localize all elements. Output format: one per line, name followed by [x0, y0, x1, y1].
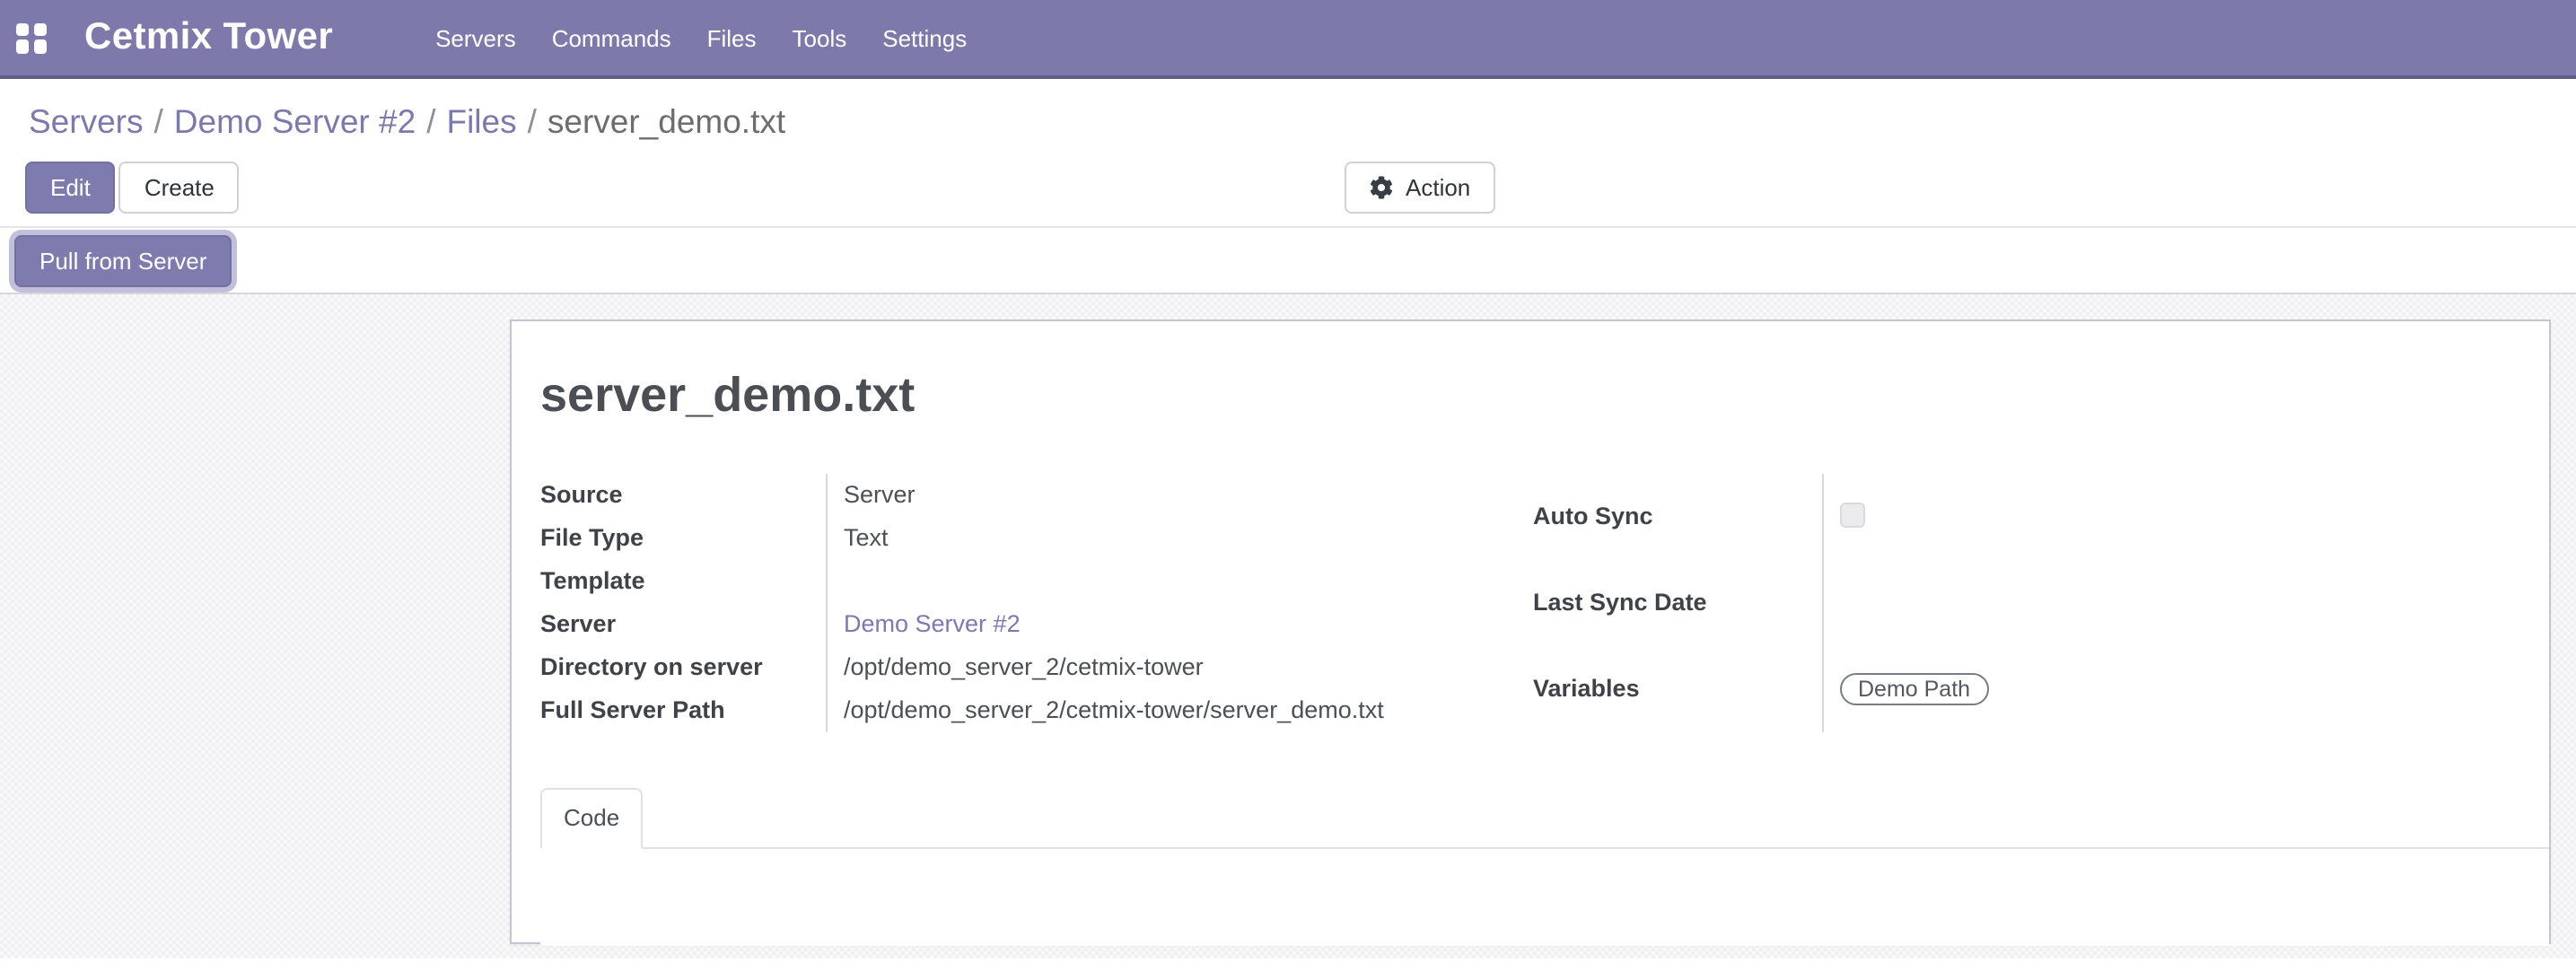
- navbar-menu-item-commands[interactable]: Commands: [552, 24, 671, 51]
- brand-title[interactable]: Cetmix Tower: [84, 16, 333, 59]
- variable-tag: Demo Path: [1840, 673, 1988, 705]
- app-window: Cetmix Tower ServersCommandsFilesToolsSe…: [0, 0, 2576, 962]
- field-row: Server Demo Server #2: [540, 603, 1533, 646]
- field-row: File Type Text: [540, 517, 1533, 560]
- field-row: Last Sync Date: [1533, 560, 2526, 646]
- apps-grid-icon[interactable]: [16, 22, 47, 53]
- field-group-left: SourceServerFile TypeTextTemplateServerD…: [540, 474, 1533, 732]
- create-button[interactable]: Create: [119, 162, 240, 214]
- field-label: Last Sync Date: [1533, 560, 1823, 646]
- field-row: Full Server Path/opt/demo_server_2/cetmi…: [540, 689, 1533, 732]
- field-groups: SourceServerFile TypeTextTemplateServerD…: [540, 474, 2549, 732]
- field-text: /opt/demo_server_2/cetmix-tower/server_d…: [844, 696, 1384, 723]
- field-text: Server: [844, 481, 916, 508]
- apps-grid-square: [16, 40, 30, 54]
- field-value: [827, 560, 1533, 603]
- breadcrumb-current: server_demo.txt: [548, 102, 785, 140]
- server-link[interactable]: Demo Server #2: [844, 610, 1021, 637]
- form-view-background: server_demo.txt Source Server File Type Tex…: [0, 294, 2576, 958]
- navbar-menu-item-settings[interactable]: Settings: [882, 24, 967, 51]
- auto-sync-checkbox[interactable]: [1840, 503, 1865, 528]
- breadcrumb-link[interactable]: Files: [446, 102, 516, 140]
- field-label: Template: [540, 560, 827, 603]
- field-value: [1823, 560, 2526, 646]
- field-text: /opt/demo_server_2/cetmix-tower: [844, 653, 1204, 680]
- navbar-menu-item-servers[interactable]: Servers: [435, 24, 516, 51]
- field-value: /opt/demo_server_2/cetmix-tower: [827, 646, 1533, 689]
- breadcrumb-link[interactable]: Demo Server #2: [174, 102, 416, 140]
- field-value: Demo Path: [1823, 646, 2526, 732]
- field-value: [1823, 474, 2526, 560]
- gear-icon: [1370, 176, 1393, 199]
- notebook-tabs: Code: [540, 788, 2549, 849]
- breadcrumb-separator: /: [517, 102, 548, 140]
- edit-button[interactable]: Edit: [25, 162, 116, 214]
- statusbar: Pull from Server: [0, 226, 2576, 294]
- field-value: Server: [827, 474, 1533, 517]
- pull-from-server-button[interactable]: Pull from Server: [14, 234, 232, 286]
- top-navbar: Cetmix Tower ServersCommandsFilesToolsSe…: [0, 0, 2576, 79]
- field-label: Auto Sync: [1533, 474, 1823, 560]
- field-row: Template: [540, 560, 1533, 603]
- field-value: Text: [827, 517, 1533, 560]
- navbar-menu-item-tools[interactable]: Tools: [793, 24, 847, 51]
- field-group-right: Auto SyncLast Sync DateVariables Demo Pat…: [1533, 474, 2526, 732]
- field-label: Variables: [1533, 646, 1823, 732]
- form-sheet: server_demo.txt Source Server File Type Tex…: [510, 319, 2551, 944]
- code-tab-content: [540, 849, 2549, 946]
- breadcrumb-link[interactable]: Servers: [29, 102, 144, 140]
- breadcrumb-separator: /: [144, 102, 174, 140]
- control-panel: Servers/Demo Server #2/Files/server_demo…: [0, 79, 2576, 226]
- apps-grid-square: [34, 22, 48, 36]
- field-label: Server: [540, 603, 827, 646]
- field-label: Source: [540, 474, 827, 517]
- control-panel-buttons: Edit Create Action: [0, 162, 2576, 214]
- action-button[interactable]: Action: [1345, 162, 1495, 214]
- apps-grid-square: [34, 40, 48, 54]
- tab-code[interactable]: Code: [540, 788, 643, 849]
- field-value: /opt/demo_server_2/cetmix-tower/server_d…: [827, 689, 1533, 732]
- notebook: Code: [540, 788, 2549, 946]
- field-value: Demo Server #2: [827, 603, 1533, 646]
- field-text: Text: [844, 524, 889, 551]
- field-row: Directory on server/opt/demo_server_2/ce…: [540, 646, 1533, 689]
- navbar-menu: Servers Commands Files Tools Settings: [435, 24, 967, 51]
- navbar-menu-item-files[interactable]: Files: [707, 24, 757, 51]
- record-title: server_demo.txt: [540, 368, 2520, 424]
- field-label: Full Server Path: [540, 689, 827, 732]
- field-label: File Type: [540, 517, 827, 560]
- field-row: Variables Demo Path: [1533, 646, 2526, 732]
- apps-grid-square: [16, 22, 30, 36]
- breadcrumb: Servers/Demo Server #2/Files/server_demo…: [0, 99, 2576, 145]
- action-button-label: Action: [1406, 163, 1470, 212]
- field-row: Auto Sync: [1533, 474, 2526, 560]
- breadcrumb-separator: /: [416, 102, 446, 140]
- field-label: Directory on server: [540, 646, 827, 689]
- field-row: Source Server: [540, 474, 1533, 517]
